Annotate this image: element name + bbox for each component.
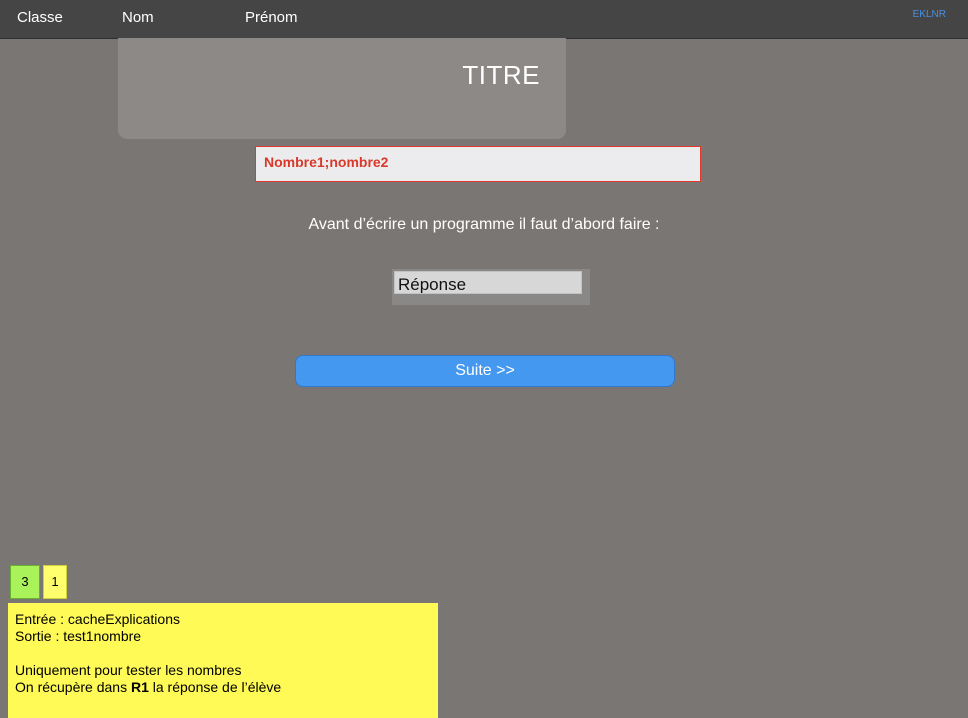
notes-input-line: Entrée : cacheExplications — [15, 611, 180, 627]
prenom-label[interactable]: Prénom — [245, 9, 298, 26]
step-badge-green[interactable]: 3 — [10, 565, 40, 599]
step-badge-yellow[interactable]: 1 — [43, 565, 67, 599]
notes-spacer — [15, 645, 431, 662]
notes-retrieve-suffix: la réponse de l’élève — [148, 679, 282, 695]
question-box: Nombre1;nombre2 — [255, 146, 701, 182]
notes-panel: Entrée : cacheExplications Sortie : test… — [8, 603, 438, 718]
notes-register-name: R1 — [130, 679, 149, 695]
notes-output-line: Sortie : test1nombre — [15, 628, 142, 644]
page-title: TITRE — [462, 60, 540, 90]
brand-label: EKLNR — [912, 9, 946, 20]
notes-retrieve-line: On récupère dans R1 la réponse de l’élèv… — [15, 679, 431, 696]
answer-container — [392, 269, 590, 305]
top-bar: Classe Nom Prénom EKLNR — [0, 0, 968, 39]
question-text: Nombre1;nombre2 — [264, 154, 389, 170]
answer-input[interactable] — [394, 271, 582, 294]
classe-label[interactable]: Classe — [17, 9, 63, 26]
notes-purpose-line: Uniquement pour tester les nombres — [15, 662, 242, 678]
instruction-text: Avant d’écrire un programme il faut d’ab… — [308, 216, 660, 233]
title-card: TITRE — [118, 38, 566, 139]
nom-label[interactable]: Nom — [122, 9, 154, 26]
suite-button[interactable]: Suite >> — [295, 355, 675, 387]
notes-retrieve-prefix: On récupère dans — [15, 679, 131, 695]
